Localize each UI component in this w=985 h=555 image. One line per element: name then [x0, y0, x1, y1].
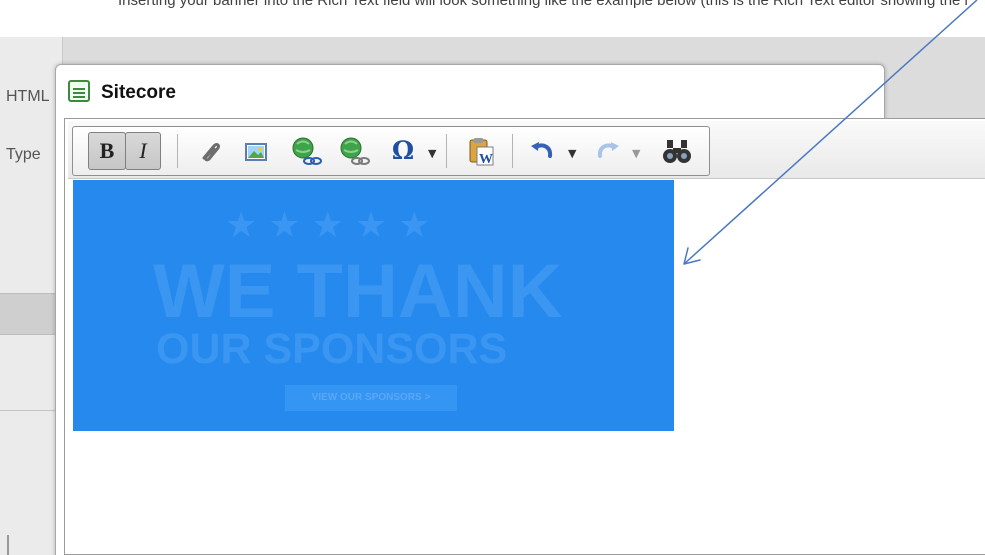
- toolbar-separator: [177, 134, 178, 168]
- remove-link-button[interactable]: [335, 132, 373, 170]
- background-band: [0, 293, 63, 335]
- background-label-type: Type: [6, 146, 41, 163]
- sitecore-link-button[interactable]: [287, 132, 325, 170]
- insert-link-button[interactable]: [193, 132, 227, 170]
- bold-button[interactable]: B: [88, 132, 126, 170]
- redo-icon: [597, 142, 619, 158]
- binoculars-icon: [663, 140, 691, 163]
- undo-icon: [531, 142, 553, 158]
- svg-text:W: W: [479, 152, 493, 167]
- sponsor-banner-image[interactable]: ★★★★★ WE THANK OUR SPONSORS VIEW OUR SPO…: [73, 180, 674, 431]
- italic-button[interactable]: I: [125, 132, 161, 170]
- insert-image-button[interactable]: [239, 132, 273, 170]
- undo-button[interactable]: [524, 132, 560, 170]
- banner-heading: WE THANK: [153, 249, 563, 334]
- banner-stars: ★★★★★: [225, 205, 442, 246]
- insert-symbol-button[interactable]: Ω: [381, 132, 425, 170]
- insert-image-icon: [245, 143, 267, 161]
- globe-unlink-icon: [340, 137, 370, 165]
- banner-subheading: OUR SPONSORS: [156, 325, 508, 373]
- chevron-down-icon[interactable]: ▼: [568, 147, 576, 160]
- background-edge: [7, 535, 9, 555]
- background-label-html: HTML: [6, 88, 50, 105]
- toolbar-separator: [446, 134, 447, 168]
- page-top-caption: Inserting your banner into the Rich Text…: [118, 0, 968, 9]
- chevron-down-icon[interactable]: ▼: [428, 147, 436, 160]
- window-icon: [68, 80, 90, 102]
- find-button[interactable]: [656, 132, 700, 170]
- globe-link-icon: [292, 137, 322, 165]
- paperclip-icon: [202, 143, 220, 162]
- dialog-title: Sitecore: [101, 82, 176, 103]
- paste-from-word-button[interactable]: W: [460, 132, 504, 170]
- chevron-down-icon[interactable]: ▼: [632, 147, 640, 160]
- redo-button[interactable]: [590, 132, 626, 170]
- background-divider: [0, 410, 63, 411]
- paste-from-word-icon: W: [469, 138, 494, 167]
- toolbar-separator: [512, 134, 513, 168]
- banner-view-sponsors-button: VIEW OUR SPONSORS >: [285, 385, 457, 411]
